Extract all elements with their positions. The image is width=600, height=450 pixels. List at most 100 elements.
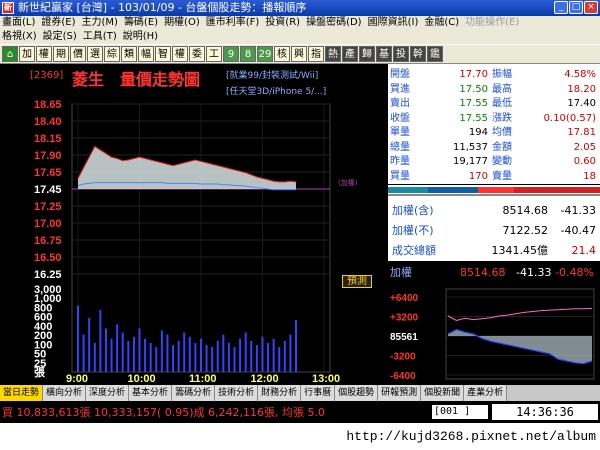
analysis-tab[interactable]: 深度分析 [86, 385, 130, 401]
home-icon[interactable]: ⌂ [2, 46, 18, 62]
toolbar-button[interactable]: 興 [291, 46, 307, 62]
index-label: 加權(不) [392, 224, 434, 237]
toolbar-button[interactable]: 幅 [138, 46, 154, 62]
analysis-tab[interactable]: 橫向分析 [43, 385, 87, 401]
menu-item[interactable]: 國際資訊(I) [368, 17, 419, 28]
toolbar-button[interactable]: 指 [308, 46, 324, 62]
toolbar-button[interactable]: 投 [393, 46, 409, 62]
analysis-tab[interactable]: 當日走勢 [0, 385, 44, 401]
toolbar-button[interactable]: 綜 [104, 46, 120, 62]
menu-item[interactable]: 證券(E) [41, 17, 75, 28]
menu-item[interactable]: 籌碼(E) [124, 17, 158, 28]
toolbar-button[interactable]: 產 [342, 46, 358, 62]
quote-row: 買進 17.50 最高 18.20 [388, 83, 600, 96]
menu-item[interactable]: 操盤密碼(D) [306, 17, 362, 28]
price-point [133, 157, 135, 160]
quote-value: 17.55 [459, 98, 488, 109]
analysis-tab[interactable]: 基本分析 [129, 385, 173, 401]
toolbar-button[interactable]: 8 [240, 46, 256, 62]
mini-index-header: 加權 8514.68 -41.33 -0.48% [388, 263, 600, 283]
toolbar-button[interactable]: 29 [257, 46, 273, 62]
analysis-tab[interactable]: 產業分析 [464, 385, 508, 401]
toolbar-button[interactable]: 選 [87, 46, 103, 62]
menu-item[interactable]: 工具(T) [83, 31, 117, 42]
window-title: 新世紀贏家 [台灣] - 103/01/09 - 台盤個股走勢：播報順序 [18, 1, 307, 14]
menu-item[interactable]: 期權(O) [164, 17, 200, 28]
analysis-tab[interactable]: 技術分析 [215, 385, 259, 401]
maximize-button[interactable]: □ [569, 1, 583, 14]
mini-index-pct: -0.48% [555, 266, 594, 279]
toolbar-button[interactable]: 熱 [325, 46, 341, 62]
window-title-bar: 新 新世紀贏家 [台灣] - 103/01/09 - 台盤個股走勢：播報順序 _… [0, 0, 600, 16]
volume-bar [233, 347, 236, 372]
price-point [99, 149, 101, 151]
menu-item[interactable]: 金融(C) [424, 17, 459, 28]
price-tick-label: 17.00 [34, 218, 62, 230]
menu-item[interactable]: 功能操作(E) [465, 17, 519, 28]
toolbar-button[interactable]: 幹 [410, 46, 426, 62]
price-point [88, 156, 90, 158]
price-volume-chart[interactable]: 18.65 18.40 18.15 17.90 17.65 17.45 17.25 17.00… [0, 64, 386, 384]
menu-item[interactable]: 匯市利率(F) [206, 17, 260, 28]
toolbar-button[interactable]: 核 [274, 46, 290, 62]
menu-item[interactable]: 投資(R) [265, 17, 300, 28]
volume-bar [116, 324, 119, 372]
volume-tick-label: 張 [34, 366, 46, 379]
analysis-tab[interactable]: 財務分析 [258, 385, 302, 401]
toolbar-button[interactable]: 期 [53, 46, 69, 62]
menu-item[interactable]: 說明(H) [123, 31, 158, 42]
toolbar-button[interactable]: 智 [155, 46, 171, 62]
toolbar-button[interactable]: 9 [223, 46, 239, 62]
volume-bar [295, 320, 297, 372]
quote-row: 買量 170 賣量 18 [388, 170, 600, 183]
toolbar-button[interactable]: 歸 [359, 46, 375, 62]
forecast-button[interactable]: 預測 [342, 275, 372, 288]
toolbar-button[interactable]: 加 [19, 46, 35, 62]
price-point [239, 170, 241, 172]
quote-label: 賣量 [492, 170, 512, 182]
price-point [122, 160, 124, 162]
toolbar-button[interactable]: 委 [189, 46, 205, 62]
analysis-tab[interactable]: 個股新聞 [421, 385, 465, 401]
page-number-input[interactable]: [001 ] [432, 405, 488, 419]
menu-item[interactable]: 格視(X) [2, 31, 37, 42]
price-point [77, 177, 79, 179]
toolbar-button[interactable]: 基 [376, 46, 392, 62]
index-change: -41.33 [560, 204, 596, 217]
toolbar-button[interactable]: 類 [121, 46, 137, 62]
quote-value: 18 [583, 170, 596, 182]
analysis-tab[interactable]: 籌碼分析 [172, 385, 216, 401]
price-point [217, 165, 219, 167]
mini-index-chart[interactable]: +6400 +3200 85561 -3200 -6400 [388, 283, 600, 385]
volume-bar [211, 347, 214, 372]
volume-bar [99, 309, 102, 372]
analysis-tab[interactable]: 行事曆 [301, 385, 336, 401]
stock-code: [2369] [30, 70, 64, 81]
analysis-tab[interactable]: 研報預測 [378, 385, 422, 401]
minimize-button[interactable]: _ [554, 1, 568, 14]
quote-label: 收盤 [390, 112, 410, 124]
toolbar-button[interactable]: 權 [172, 46, 188, 62]
reference-line-label: (加權) [338, 178, 358, 187]
price-point [289, 180, 292, 182]
toolbar-button[interactable]: 價 [70, 46, 86, 62]
volume-bar [255, 345, 258, 372]
concept-tag[interactable]: [任天堂3D/iPhone 5/...] [226, 84, 326, 97]
quote-label: 均價 [492, 127, 512, 138]
quote-panel: 開盤 17.70 振幅 4.58% 買進 17.50 最高 18.20 賣出 17.55 最低 17.… [388, 64, 600, 184]
stock-name: 菱生 [72, 70, 105, 89]
index-label: 成交總額 [392, 244, 436, 257]
toolbar-button[interactable]: 鑑 [427, 46, 443, 62]
analysis-tab[interactable]: 個股趨勢 [335, 385, 379, 401]
close-button[interactable]: × [584, 1, 598, 14]
quote-row: 賣出 17.55 最低 17.40 [388, 97, 600, 110]
quote-value: 17.40 [567, 98, 596, 109]
time-tick-label: 11:00 [189, 373, 217, 384]
menu-item[interactable]: 主力(M) [82, 17, 118, 28]
volume-bar [272, 338, 275, 372]
industry-tag[interactable]: [就業99/封裝測試/Wii] [226, 68, 318, 81]
menu-item[interactable]: 設定(S) [43, 31, 77, 42]
menu-item[interactable]: 畫面(L) [2, 17, 35, 28]
toolbar-button[interactable]: 權 [36, 46, 52, 62]
toolbar-button[interactable]: 工 [206, 46, 222, 62]
